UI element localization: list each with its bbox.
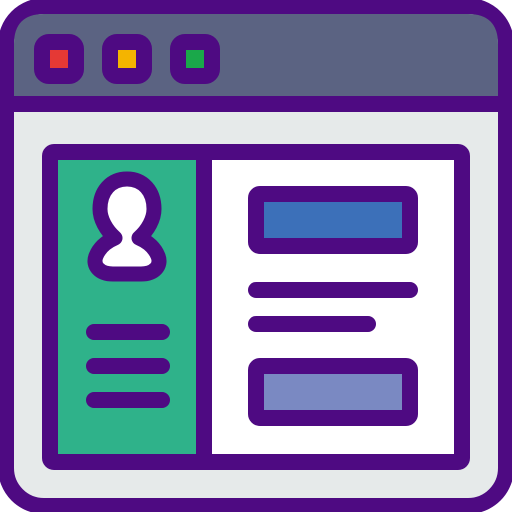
header-block <box>248 186 418 254</box>
info-block <box>248 358 418 426</box>
browser-profile-illustration <box>0 0 512 512</box>
window-controls <box>34 34 220 84</box>
maximize-icon[interactable] <box>170 34 220 84</box>
minimize-icon[interactable] <box>102 34 152 84</box>
user-avatar-icon <box>87 171 167 282</box>
browser-window-profile-page-icon <box>0 0 512 512</box>
title-bar <box>14 14 498 104</box>
close-icon[interactable] <box>34 34 84 84</box>
avatar-silhouette <box>87 171 167 282</box>
